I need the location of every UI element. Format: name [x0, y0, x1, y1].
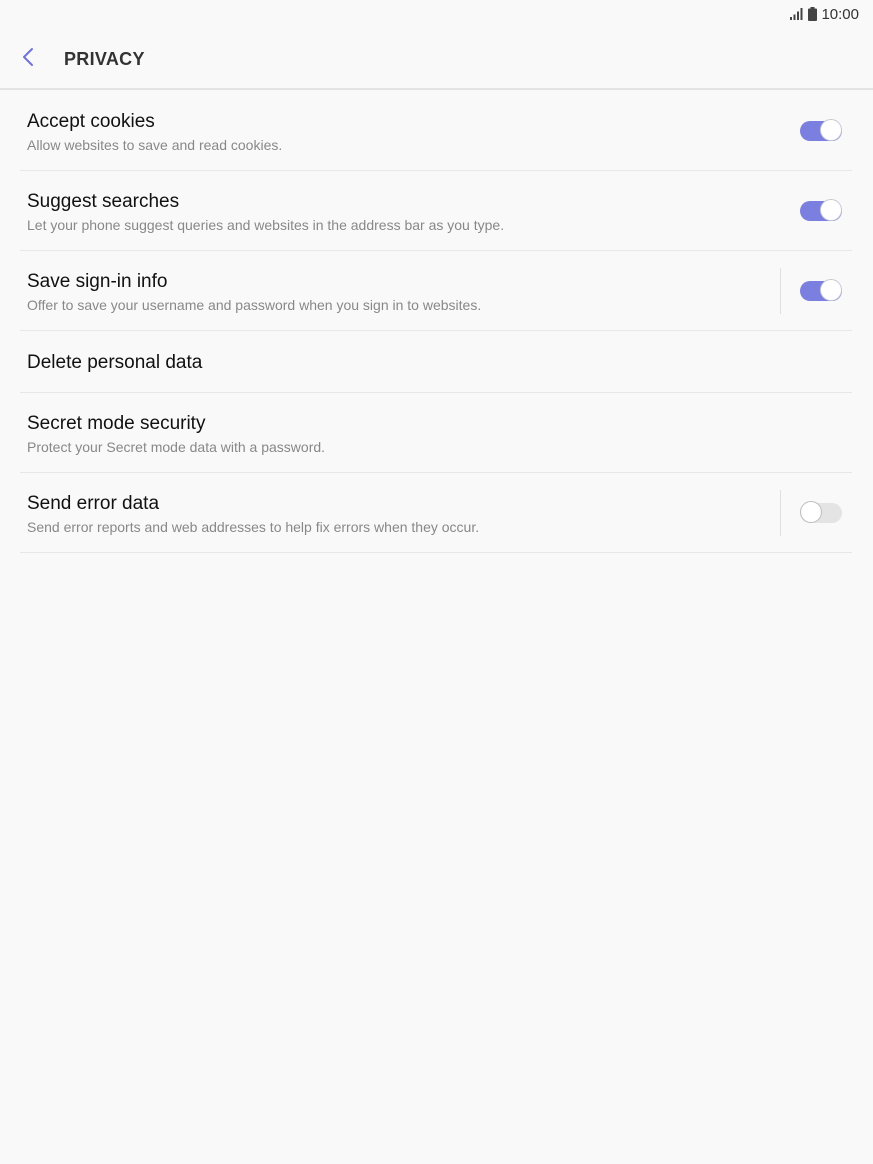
setting-suggest-searches[interactable]: Suggest searches Let your phone suggest … [20, 171, 852, 251]
suggest-searches-switch[interactable] [800, 199, 842, 223]
status-time: 10:00 [821, 5, 859, 23]
switch-thumb [820, 199, 842, 221]
accept-cookies-switch[interactable] [800, 119, 842, 143]
setting-title: Send error data [27, 493, 160, 514]
setting-summary: Offer to save your username and password… [27, 297, 482, 313]
setting-accept-cookies[interactable]: Accept cookies Allow websites to save an… [20, 91, 852, 171]
setting-summary: Let your phone suggest queries and websi… [27, 217, 505, 233]
vertical-divider [780, 490, 781, 536]
back-button[interactable] [14, 45, 42, 73]
setting-save-sign-in-info[interactable]: Save sign-in info Offer to save your use… [20, 251, 852, 331]
setting-summary: Protect your Secret mode data with a pas… [27, 439, 326, 455]
status-bar: 10:00 [790, 0, 859, 28]
battery-icon [808, 7, 818, 21]
vertical-divider [780, 268, 781, 314]
switch-thumb [820, 119, 842, 141]
page-title: PRIVACY [64, 49, 145, 69]
privacy-settings-screen: 10:00 PRIVACY Accept cookies Allow websi… [0, 0, 873, 1164]
send-error-data-switch[interactable] [800, 501, 842, 525]
setting-send-error-data[interactable]: Send error data Send error reports and w… [20, 473, 852, 553]
setting-title: Secret mode security [27, 413, 206, 434]
setting-summary: Allow websites to save and read cookies. [27, 137, 283, 153]
settings-list: Accept cookies Allow websites to save an… [20, 91, 852, 553]
setting-delete-personal-data[interactable]: Delete personal data [20, 331, 852, 393]
switch-thumb [800, 501, 822, 523]
switch-thumb [820, 279, 842, 301]
setting-title: Accept cookies [27, 111, 155, 132]
save-sign-in-info-switch[interactable] [800, 279, 842, 303]
setting-summary: Send error reports and web addresses to … [27, 519, 480, 535]
setting-secret-mode-security[interactable]: Secret mode security Protect your Secret… [20, 393, 852, 473]
app-header: PRIVACY [0, 30, 873, 90]
setting-title: Save sign-in info [27, 271, 168, 292]
setting-title: Suggest searches [27, 191, 180, 212]
signal-icon [790, 8, 804, 20]
chevron-left-icon [22, 47, 34, 72]
setting-title: Delete personal data [27, 352, 203, 373]
